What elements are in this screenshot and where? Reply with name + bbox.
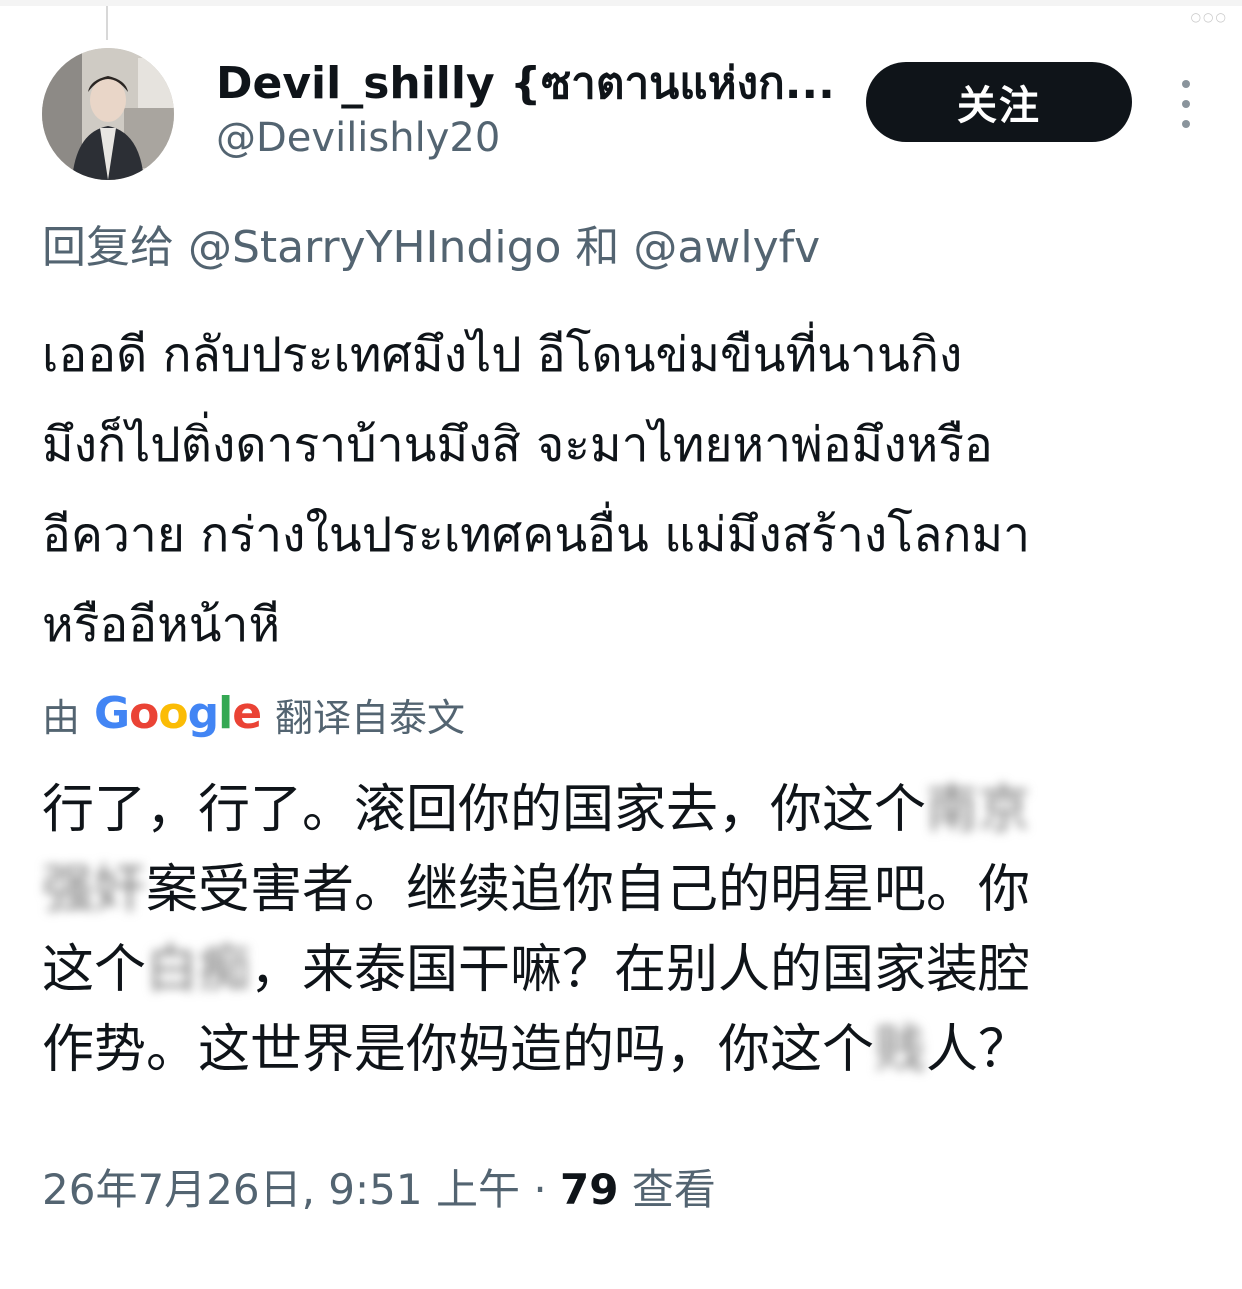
- translated-line: 强奸案受害者。继续追你自己的明星吧。你: [42, 850, 1222, 930]
- avatar-photo-icon: [42, 48, 174, 180]
- views-count: 79: [560, 1165, 619, 1214]
- google-letter: o: [158, 688, 188, 739]
- tweet-header: Devil_shilly {ซาตานแห่งก... @Devilishly2…: [40, 46, 1210, 186]
- tweet-text-original: เออดี กลับประเทศมึงไป อีโดนข่มขืนที่นานก…: [42, 310, 1222, 670]
- blurred-text: 白痴: [146, 940, 251, 1000]
- tweet-meta: 26年7月26日, 9:51 上午 · 79 查看: [42, 1160, 716, 1220]
- views-label: 查看: [618, 1165, 716, 1214]
- google-letter: e: [232, 688, 262, 739]
- reply-conjunction: 和: [575, 222, 620, 273]
- translated-text: ，来泰国干嘛？在别人的国家装腔: [250, 940, 1031, 1000]
- timestamp[interactable]: 26年7月26日, 9:51 上午 ·: [42, 1165, 560, 1214]
- google-logo-icon: Google: [94, 684, 262, 744]
- google-letter: o: [129, 688, 159, 739]
- tweet-screenshot: ○○○ Devil_shilly {ซาตานแห่งก... @Devilis…: [0, 0, 1242, 1289]
- translated-text: 人？: [926, 1020, 1031, 1080]
- translated-text: 行了，行了。滚回你的国家去，你这个: [42, 780, 927, 840]
- user-handle[interactable]: @Devilishly20: [216, 112, 856, 164]
- display-name[interactable]: Devil_shilly {ซาตานแห่งก...: [216, 56, 856, 112]
- translation-credit[interactable]: 由 Google 翻译自泰文: [42, 684, 465, 744]
- translated-text: 案受害者。继续追你自己的明星吧。你: [146, 860, 1031, 920]
- translation-source-label: 翻译自泰文: [275, 695, 466, 740]
- google-letter: l: [218, 688, 233, 739]
- tweet-text-line: มึงก็ไปติ่งดาราบ้านมึงสิ จะมาไทยหาพ่อมึง…: [42, 417, 993, 473]
- tweet-text-line: หรืออีหน้าหี: [42, 597, 281, 653]
- reply-to-line: 回复给 @StarryYHIndigo 和 @awlyfv: [42, 218, 1212, 278]
- google-letter: G: [94, 688, 130, 739]
- more-vertical-icon[interactable]: [1168, 80, 1204, 128]
- corner-dots-icon: ○○○: [1190, 10, 1228, 24]
- mention-link[interactable]: @awlyfv: [633, 222, 820, 273]
- translated-text: 作势。这世界是你妈造的吗，你这个: [42, 1020, 875, 1080]
- author-block: Devil_shilly {ซาตานแห่งก... @Devilishly2…: [216, 56, 856, 164]
- blurred-text: 贱: [874, 1020, 927, 1080]
- blurred-text: 南京: [926, 780, 1031, 840]
- follow-button[interactable]: 关注: [866, 62, 1132, 142]
- more-dot: [1182, 100, 1190, 108]
- reply-prefix: 回复给: [42, 222, 174, 273]
- tweet-text-translated: 行了，行了。滚回你的国家去，你这个南京 强奸案受害者。继续追你自己的明星吧。你 …: [42, 770, 1222, 1090]
- translation-by-label: 由: [42, 695, 81, 740]
- divider-tick: [106, 6, 108, 40]
- more-dot: [1182, 120, 1190, 128]
- tweet-text-line: อีควาย กร่างในประเทศคนอื่น แม่มึงสร้างโล…: [42, 507, 1031, 563]
- translated-line: 作势。这世界是你妈造的吗，你这个贱人？: [42, 1010, 1222, 1090]
- translated-line: 行了，行了。滚回你的国家去，你这个南京: [42, 770, 1222, 850]
- translated-line: 这个白痴，来泰国干嘛？在别人的国家装腔: [42, 930, 1222, 1010]
- blurred-text: 强奸: [42, 860, 147, 920]
- more-dot: [1182, 80, 1190, 88]
- mention-link[interactable]: @StarryYHIndigo: [188, 222, 561, 273]
- google-letter: g: [187, 688, 219, 739]
- avatar[interactable]: [42, 48, 174, 180]
- tweet-text-line: เออดี กลับประเทศมึงไป อีโดนข่มขืนที่นานก…: [42, 327, 963, 383]
- top-edge: [0, 0, 1242, 6]
- translated-text: 这个: [42, 940, 147, 1000]
